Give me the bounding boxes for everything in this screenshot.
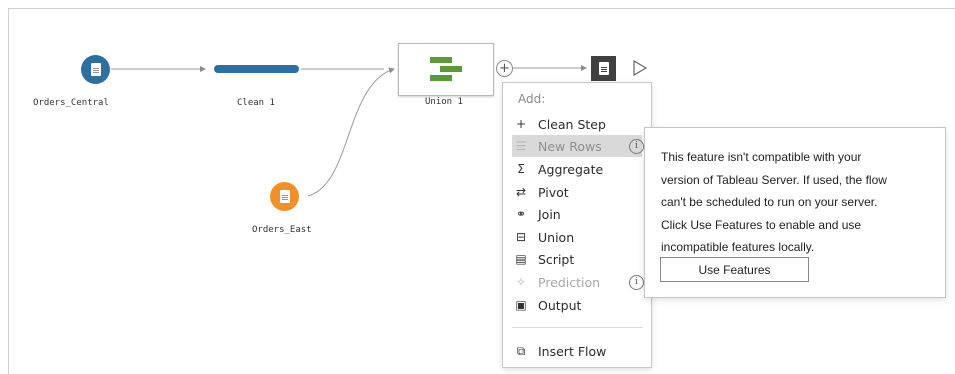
plus-circle-icon: +	[499, 61, 510, 76]
document-icon	[598, 62, 609, 75]
orders-central-node[interactable]	[81, 55, 110, 84]
menu-item-prediction[interactable]: ✧ Prediction i	[512, 271, 644, 293]
menu-item-label: Output	[538, 297, 582, 313]
menu-item-clean-step[interactable]: + Clean Step	[512, 113, 642, 135]
new-rows-icon: ☰	[515, 139, 527, 153]
menu-item-label: New Rows	[538, 138, 602, 154]
menu-item-label: Clean Step	[538, 116, 606, 132]
menu-item-output[interactable]: ▣ Output	[512, 294, 642, 316]
menu-item-union[interactable]: ⊟ Union	[512, 226, 642, 248]
orders-east-node[interactable]	[270, 182, 299, 211]
menu-item-script[interactable]: ▤ Script	[512, 248, 642, 270]
insert-flow-icon: ⧉	[516, 343, 526, 358]
document-icon	[279, 190, 290, 203]
add-step-button[interactable]: +	[496, 60, 513, 77]
clean-step-node[interactable]	[214, 65, 299, 73]
tooltip-line: This feature isn't compatible with your	[661, 150, 862, 164]
menu-item-join[interactable]: ⚭ Join	[512, 203, 642, 225]
menu-item-insert-flow[interactable]: ⧉ Insert Flow	[512, 340, 642, 362]
menu-item-label: Prediction	[538, 274, 601, 290]
orders-central-label: Orders_Central	[33, 98, 109, 108]
prediction-icon: ✧	[515, 275, 527, 289]
tooltip-message: This feature isn't compatible with your …	[661, 146, 943, 259]
menu-item-label: Aggregate	[538, 161, 604, 177]
menu-item-aggregate[interactable]: Σ Aggregate	[512, 158, 642, 180]
union-step-node[interactable]	[398, 43, 494, 96]
tooltip-line: Click Use Features to enable and use	[661, 217, 862, 232]
sigma-icon: Σ	[517, 162, 525, 176]
use-features-button[interactable]: Use Features	[660, 257, 809, 282]
clean-step-label: Clean 1	[237, 98, 275, 108]
menu-item-label: Insert Flow	[538, 343, 607, 359]
tooltip-line: incompatible features locally.	[661, 240, 815, 254]
output-node[interactable]	[591, 56, 616, 81]
compatibility-tooltip: This feature isn't compatible with your …	[644, 127, 946, 298]
output-icon: ▣	[515, 298, 527, 312]
orders-east-label: Orders_East	[252, 225, 312, 235]
play-triangle-icon	[633, 60, 647, 76]
info-icon[interactable]: i	[629, 138, 644, 154]
menu-item-label: Join	[538, 206, 561, 222]
info-icon[interactable]: i	[629, 274, 644, 290]
document-icon	[90, 63, 101, 76]
union-icon: ⊟	[515, 230, 527, 244]
script-icon: ▤	[515, 252, 527, 266]
plus-icon: +	[515, 117, 527, 131]
menu-item-label: Script	[538, 251, 575, 267]
pivot-icon: ⇄	[515, 185, 527, 199]
menu-item-new-rows[interactable]: ☰ New Rows i	[512, 135, 644, 157]
menu-header: Add:	[518, 92, 546, 106]
menu-divider	[512, 327, 643, 328]
union-step-label: Union 1	[425, 97, 463, 107]
menu-item-pivot[interactable]: ⇄ Pivot	[512, 181, 642, 203]
union-icon	[430, 57, 462, 81]
tooltip-line: can't be scheduled to run on your server…	[661, 195, 878, 209]
run-flow-button[interactable]	[633, 60, 647, 76]
menu-item-label: Union	[538, 229, 575, 245]
tooltip-line: version of Tableau Server. If used, the …	[661, 172, 887, 187]
menu-item-label: Pivot	[538, 184, 569, 200]
add-step-menu: Add: + Clean Step ☰ New Rows i Σ Aggrega…	[502, 82, 652, 368]
join-icon: ⚭	[515, 207, 527, 221]
